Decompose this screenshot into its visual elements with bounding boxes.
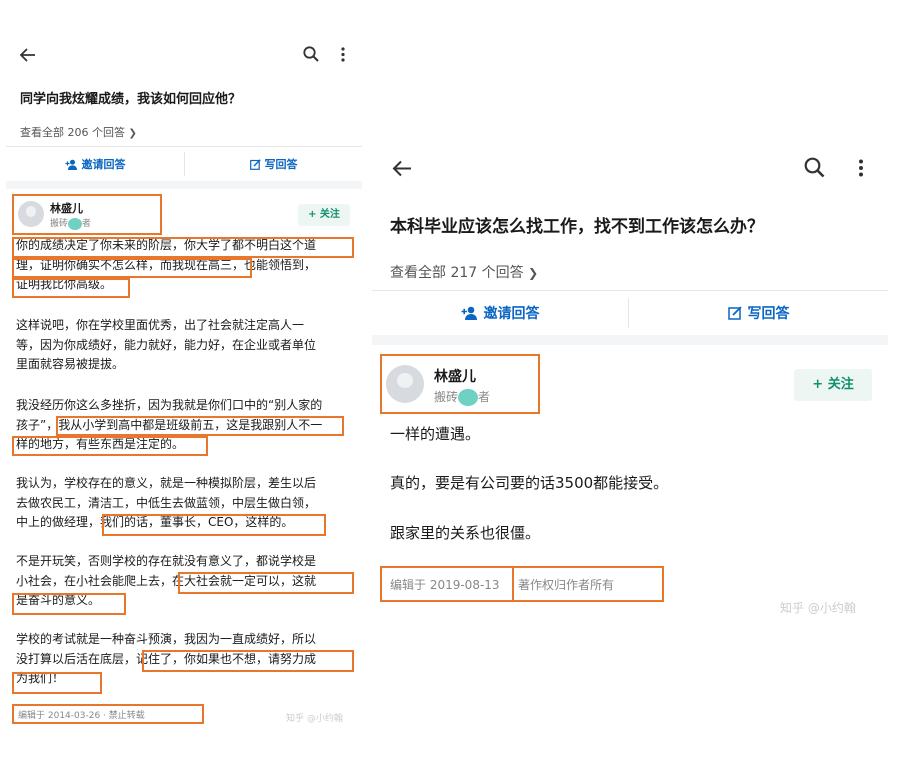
edit-pen-icon: [249, 158, 261, 170]
answer-line: 没打算以后活在底层，记住了，你如果也不想，请努力成: [16, 651, 317, 666]
write-answer-label: 写回答: [747, 306, 790, 322]
answer-paragraph-3: 我没经历你这么多挫折，因为我就是你们口中的“别人家的 孩子”，我从小学到高中都是…: [16, 396, 322, 455]
author-desc-part2: 者: [478, 390, 491, 404]
left-screenshot: 同学向我炫耀成绩，我该如何回应他？ 查看全部 206 个回答 ❯ 邀请回答 写回…: [6, 28, 362, 738]
author-description: 搬砖 者: [50, 216, 91, 230]
view-all-answers-label: 查看全部 217 个回答: [390, 265, 524, 281]
edit-date: 编辑于 2019-08-13: [390, 578, 500, 592]
answer-line: 理，证明你确实不怎么样，而我现在高三，也能领悟到，: [16, 257, 317, 272]
edit-info: 编辑于 2014-03-26 · 禁止转载: [18, 711, 145, 721]
edit-pen-icon: [727, 306, 742, 320]
answer-paragraph-2: 这样说吧，你在学校里面优秀，出了社会就注定高人一 等，因为你成绩好，能力就好，能…: [16, 316, 316, 375]
author-desc-part1: 搬砖: [434, 390, 459, 404]
search-icon[interactable]: [804, 157, 825, 178]
blurred-badge-icon: [68, 217, 83, 230]
answer-line: 证明我比你高级。: [16, 277, 113, 291]
invite-answer-label: 邀请回答: [81, 158, 126, 171]
answer-line: 等，因为你成绩好，能力就好，能力好，在企业或者单位: [16, 337, 317, 352]
author-desc-part1: 搬砖: [50, 219, 69, 229]
answer-line: 这样说吧，你在学校里面优秀，出了社会就注定高人一: [16, 318, 305, 332]
right-screenshot: 本科毕业应该怎么找工作，找不到工作该怎么办？ 查看全部 217 个回答 ❯ 邀请…: [372, 140, 888, 618]
answer-paragraph-3: 跟家里的关系也很僵。: [390, 524, 541, 542]
more-menu-icon[interactable]: [858, 159, 864, 177]
answer-line: 小社会，在小社会能爬上去，在大社会就一定可以，这就: [16, 573, 317, 588]
answer-line: 为我们！: [16, 671, 65, 685]
author-name[interactable]: 林盛儿: [434, 366, 476, 386]
answer-paragraph-4: 我认为，学校存在的意义，就是一种模拟阶层，差生以后 去做农民工，清洁工，中低生去…: [16, 474, 316, 533]
answer-line: 不是开玩笑，否则学校的存在就没有意义了，都说学校是: [16, 554, 317, 568]
blurred-badge-icon: [458, 389, 479, 406]
write-answer-label: 写回答: [264, 158, 298, 171]
search-icon[interactable]: [303, 46, 319, 62]
invite-user-icon: [65, 159, 77, 170]
invite-answer-label: 邀请回答: [483, 306, 540, 322]
answer-line: 我认为，学校存在的意义，就是一种模拟阶层，差生以后: [16, 476, 317, 490]
invite-answer-button[interactable]: 邀请回答: [372, 291, 628, 335]
author-avatar[interactable]: [386, 365, 424, 403]
answer-paragraph-5: 不是开玩笑，否则学校的存在就没有意义了，都说学校是 小社会，在小社会能爬上去，在…: [16, 552, 316, 611]
answer-line: 样的地方，有些东西是注定的。: [16, 437, 185, 451]
watermark: 知乎 @小约翰: [780, 601, 856, 615]
question-title[interactable]: 同学向我炫耀成绩，我该如何回应他？: [20, 88, 241, 107]
answer-paragraph-2: 真的，要是有公司要的话3500都能接受。: [390, 474, 669, 492]
follow-button[interactable]: + 关注: [794, 369, 872, 401]
view-all-answers-link[interactable]: 查看全部 206 个回答 ❯: [20, 124, 137, 140]
follow-button[interactable]: + 关注: [298, 204, 350, 226]
invite-user-icon: [461, 306, 477, 320]
answer-line: 孩子”，我从小学到高中都是班级前五，这是我跟别人不一: [16, 417, 323, 432]
back-arrow-icon[interactable]: [392, 160, 412, 177]
question-title[interactable]: 本科毕业应该怎么找工作，找不到工作该怎么办？: [390, 212, 764, 237]
chevron-right-icon: ❯: [128, 128, 137, 139]
view-all-answers-label: 查看全部 206 个回答: [20, 126, 125, 139]
author-name[interactable]: 林盛儿: [50, 200, 83, 216]
author-desc-part2: 者: [82, 219, 92, 229]
answer-line: 里面就容易被提拔。: [16, 357, 125, 371]
answer-line: 是奋斗的意义。: [16, 593, 101, 607]
section-separator: [6, 181, 362, 189]
answer-line: 去做农民工，清洁工，中低生去做蓝领，中层生做白领，: [16, 495, 317, 510]
view-all-answers-link[interactable]: 查看全部 217 个回答 ❯: [390, 262, 538, 282]
answer-line: 我没经历你这么多挫折，因为我就是你们口中的“别人家的: [16, 398, 323, 412]
watermark: 知乎 @小约翰: [286, 714, 343, 724]
author-description: 搬砖 者: [434, 388, 490, 406]
chevron-right-icon: ❯: [528, 266, 539, 280]
back-arrow-icon[interactable]: [20, 48, 36, 62]
author-avatar[interactable]: [18, 201, 44, 227]
section-separator: [372, 335, 888, 345]
answer-line: 学校的考试就是一种奋斗预演，我因为一直成绩好，所以: [16, 632, 317, 646]
write-answer-button[interactable]: 写回答: [629, 291, 888, 335]
answer-paragraph-1: 你的成绩决定了你未来的阶层，你大学了都不明白这个道 理，证明你确实不怎么样，而我…: [16, 236, 316, 295]
copyright-notice: 著作权归作者所有: [518, 578, 615, 592]
invite-answer-button[interactable]: 邀请回答: [6, 147, 184, 181]
more-menu-icon[interactable]: [340, 47, 346, 62]
answer-line: 你的成绩决定了你未来的阶层，你大学了都不明白这个道: [16, 238, 317, 252]
answer-line: 中上的做经理，我们的话，董事长，CEO，这样的。: [16, 515, 294, 529]
answer-paragraph-6: 学校的考试就是一种奋斗预演，我因为一直成绩好，所以 没打算以后活在底层，记住了，…: [16, 630, 316, 689]
answer-paragraph-1: 一样的遭遇。: [390, 425, 481, 443]
write-answer-button[interactable]: 写回答: [185, 147, 362, 181]
